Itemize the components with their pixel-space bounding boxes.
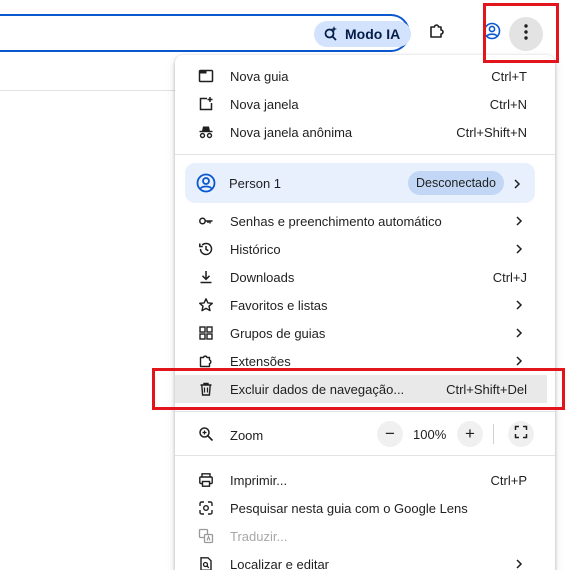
fullscreen-icon bbox=[514, 425, 528, 444]
menu-separator bbox=[175, 455, 555, 456]
menu-item-print[interactable]: Imprimir... Ctrl+P bbox=[175, 466, 555, 494]
menu-item-label: Imprimir... bbox=[230, 473, 288, 488]
menu-item-label: Histórico bbox=[230, 242, 281, 257]
chevron-right-icon bbox=[511, 177, 523, 189]
extensions-button[interactable] bbox=[424, 20, 450, 46]
menu-item-label: Pesquisar nesta guia com o Google Lens bbox=[230, 501, 468, 516]
chrome-menu: Nova guia Ctrl+T Nova janela Ctrl+N Nova… bbox=[175, 55, 555, 570]
account-circle-icon bbox=[196, 173, 216, 193]
tab-groups-icon bbox=[198, 325, 214, 341]
find-icon bbox=[198, 556, 214, 570]
menu-item-label: Favoritos e listas bbox=[230, 298, 328, 313]
search-spark-icon bbox=[323, 25, 339, 44]
menu-item-history[interactable]: Histórico bbox=[175, 235, 555, 263]
chevron-right-icon bbox=[513, 355, 525, 367]
zoom-row: Zoom − 100% + bbox=[175, 419, 555, 449]
menu-item-shortcut: Ctrl+Shift+Del bbox=[446, 382, 527, 397]
menu-separator bbox=[175, 154, 555, 155]
chevron-right-icon bbox=[513, 558, 525, 570]
zoom-in-button[interactable]: + bbox=[457, 421, 483, 447]
menu-item-shortcut: Ctrl+J bbox=[492, 270, 527, 285]
profile-icon bbox=[483, 22, 501, 45]
chevron-right-icon bbox=[513, 215, 525, 227]
new-window-icon bbox=[198, 96, 214, 112]
zoom-divider bbox=[493, 424, 494, 444]
menu-item-incognito[interactable]: Nova janela anônima Ctrl+Shift+N bbox=[175, 118, 555, 146]
fullscreen-button[interactable] bbox=[508, 421, 534, 447]
new-tab-icon bbox=[198, 68, 214, 84]
page-divider bbox=[0, 90, 175, 91]
menu-separator bbox=[175, 411, 555, 412]
menu-item-extensions[interactable]: Extensões bbox=[175, 347, 555, 375]
key-icon bbox=[198, 213, 214, 229]
puzzle-icon bbox=[198, 353, 214, 369]
menu-item-label: Nova janela bbox=[230, 97, 299, 112]
more-vert-icon bbox=[523, 23, 529, 46]
chevron-right-icon bbox=[513, 243, 525, 255]
menu-item-tab-groups[interactable]: Grupos de guias bbox=[175, 319, 555, 347]
chrome-menu-button[interactable] bbox=[509, 17, 543, 51]
chevron-right-icon bbox=[513, 299, 525, 311]
zoom-out-button[interactable]: − bbox=[377, 421, 403, 447]
menu-item-label: Nova janela anônima bbox=[230, 125, 353, 140]
menu-item-downloads[interactable]: Downloads Ctrl+J bbox=[175, 263, 555, 291]
menu-item-label: Excluir dados de navegação... bbox=[230, 382, 405, 397]
chevron-right-icon bbox=[513, 327, 525, 339]
menu-item-label: Downloads bbox=[230, 270, 295, 285]
ai-mode-label: Modo IA bbox=[345, 26, 401, 42]
menu-item-bookmarks[interactable]: Favoritos e listas bbox=[175, 291, 555, 319]
profile-name: Person 1 bbox=[229, 176, 282, 191]
menu-item-shortcut: Ctrl+T bbox=[491, 69, 527, 84]
print-icon bbox=[198, 472, 214, 488]
menu-item-label: Senhas e preenchimento automático bbox=[230, 214, 442, 229]
google-lens-icon bbox=[198, 500, 214, 516]
menu-item-shortcut: Ctrl+Shift+N bbox=[456, 125, 527, 140]
translate-icon bbox=[198, 528, 214, 544]
menu-item-label: Grupos de guias bbox=[230, 326, 326, 341]
zoom-value: 100% bbox=[413, 427, 447, 442]
menu-item-clear-browsing-data[interactable]: Excluir dados de navegação... Ctrl+Shift… bbox=[175, 375, 547, 403]
menu-item-find-edit[interactable]: Localizar e editar bbox=[175, 550, 555, 570]
star-icon bbox=[198, 297, 214, 313]
menu-item-label: Localizar e editar bbox=[230, 557, 329, 570]
menu-item-shortcut: Ctrl+N bbox=[489, 97, 527, 112]
menu-item-label: Extensões bbox=[230, 354, 291, 369]
trash-icon bbox=[198, 381, 214, 397]
download-icon bbox=[198, 269, 214, 285]
menu-item-translate[interactable]: Traduzir... bbox=[175, 522, 555, 550]
menu-item-new-window[interactable]: Nova janela Ctrl+N bbox=[175, 90, 555, 118]
history-icon bbox=[198, 241, 214, 257]
menu-item-google-lens[interactable]: Pesquisar nesta guia com o Google Lens bbox=[175, 494, 555, 522]
profile-button[interactable] bbox=[480, 20, 504, 46]
zoom-label: Zoom bbox=[230, 428, 264, 443]
ai-mode-chip[interactable]: Modo IA bbox=[314, 21, 412, 47]
menu-item-new-tab[interactable]: Nova guia Ctrl+T bbox=[175, 62, 555, 90]
menu-item-label: Traduzir... bbox=[230, 529, 288, 544]
zoom-icon bbox=[198, 426, 214, 442]
profile-row[interactable]: Person 1 Desconectado bbox=[185, 163, 535, 203]
puzzle-icon bbox=[428, 22, 446, 45]
status-badge: Desconectado bbox=[408, 171, 504, 195]
menu-item-shortcut: Ctrl+P bbox=[490, 473, 527, 488]
incognito-icon bbox=[198, 124, 214, 140]
menu-item-label: Nova guia bbox=[230, 69, 289, 84]
menu-item-passwords[interactable]: Senhas e preenchimento automático bbox=[175, 207, 555, 235]
